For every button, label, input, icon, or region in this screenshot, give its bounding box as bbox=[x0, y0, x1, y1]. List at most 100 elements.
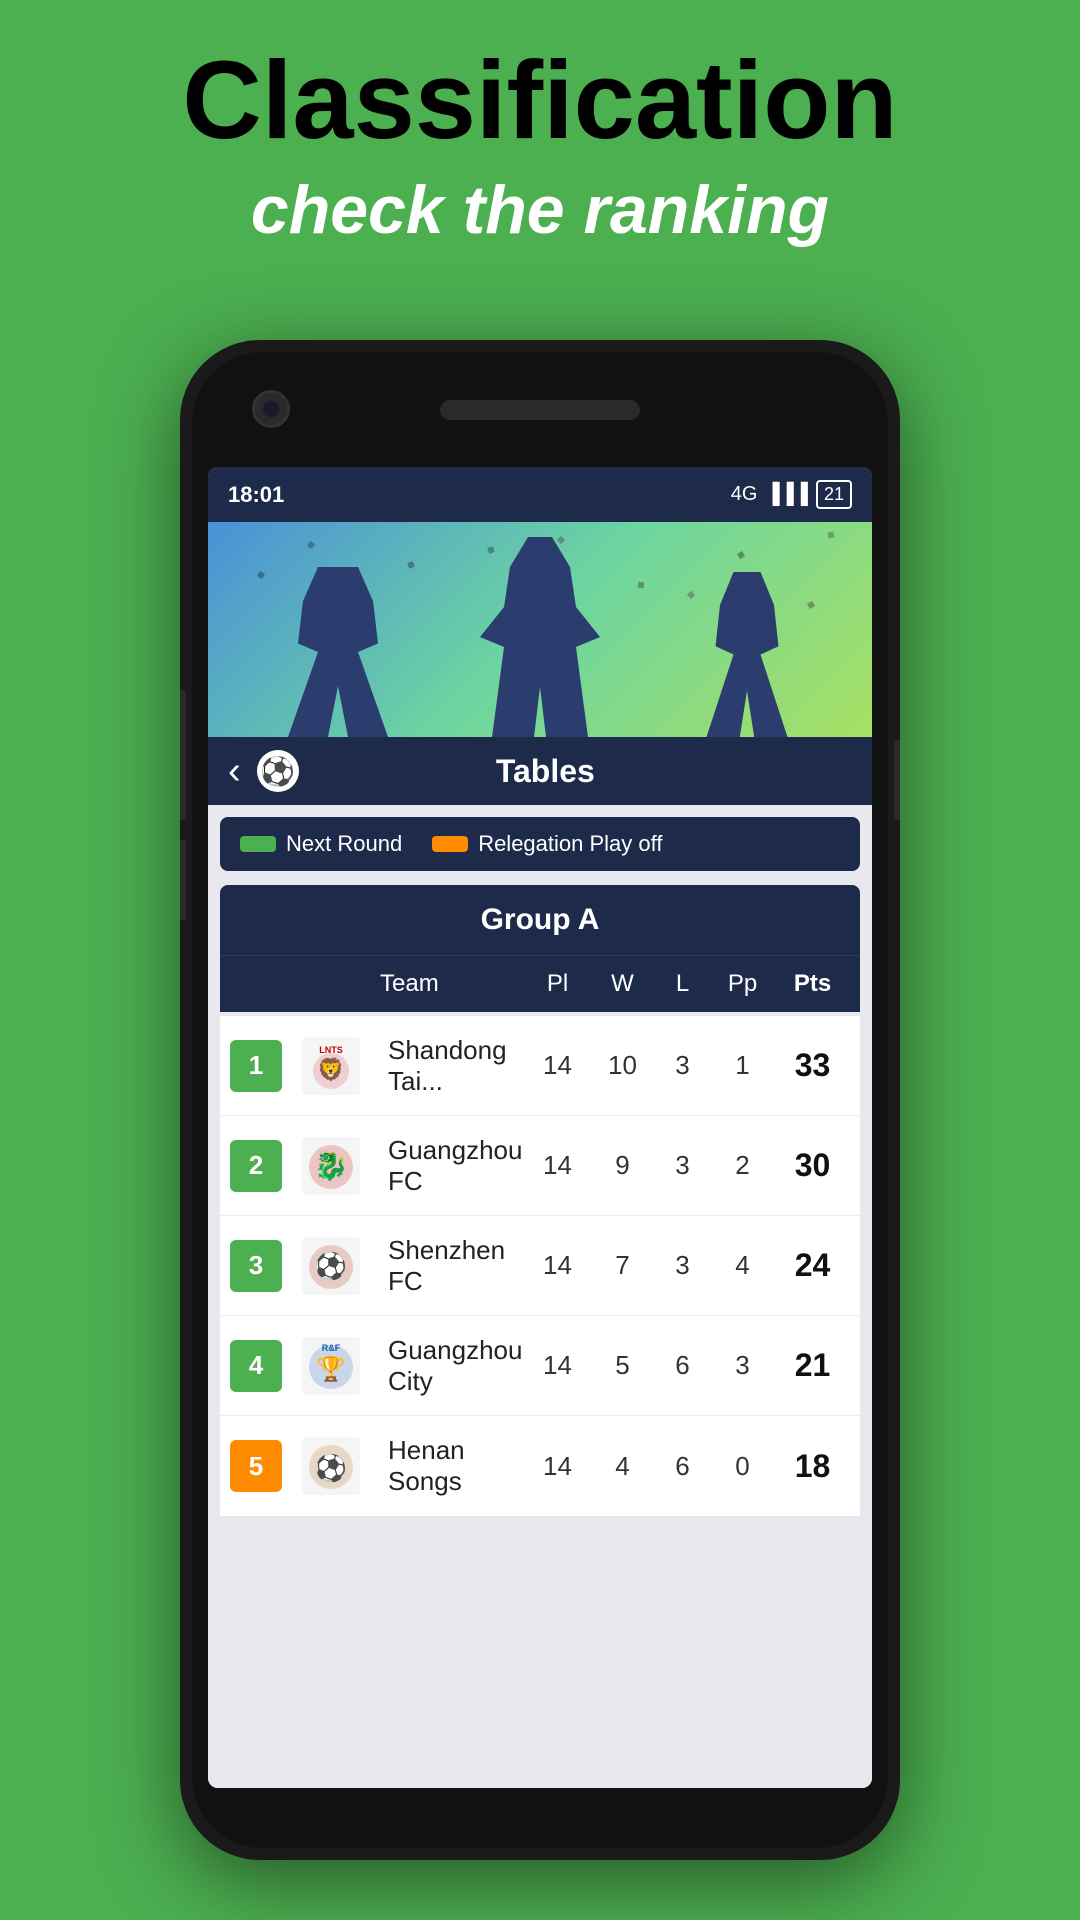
page-title: Classification bbox=[0, 40, 1080, 161]
power-button bbox=[894, 740, 900, 820]
team-logo-henan: ⚽ bbox=[300, 1435, 362, 1497]
team-logo-guangzhou-city: R&F 🏆 bbox=[300, 1335, 362, 1397]
l-4: 6 bbox=[655, 1350, 710, 1381]
page-subtitle: check the ranking bbox=[0, 171, 1080, 249]
pl-3: 14 bbox=[525, 1250, 590, 1281]
volume-up-button bbox=[180, 690, 186, 820]
col-w-header: W bbox=[590, 970, 655, 998]
svg-text:⚽: ⚽ bbox=[314, 1251, 347, 1281]
navigation-bar: ‹ ⚽ Tables bbox=[208, 737, 872, 805]
col-pts-header: Pts bbox=[775, 970, 850, 998]
rank-badge-2: 2 bbox=[230, 1140, 282, 1192]
w-1: 10 bbox=[590, 1050, 655, 1081]
volume-down-button bbox=[180, 840, 186, 920]
rank-badge-5: 5 bbox=[230, 1440, 282, 1492]
silhouette-center bbox=[480, 537, 600, 737]
rank-cell: 4 bbox=[230, 1340, 300, 1392]
pts-3: 24 bbox=[775, 1247, 850, 1284]
group-header: Group A bbox=[220, 885, 860, 955]
l-3: 3 bbox=[655, 1250, 710, 1281]
pl-1: 14 bbox=[525, 1050, 590, 1081]
w-5: 4 bbox=[590, 1451, 655, 1482]
legend-next-round: Next Round bbox=[240, 831, 402, 857]
rank-badge-3: 3 bbox=[230, 1240, 282, 1292]
table-row[interactable]: 4 R&F 🏆 Gu bbox=[220, 1316, 860, 1416]
soccer-ball-icon: ⚽ bbox=[257, 750, 299, 792]
pl-2: 14 bbox=[525, 1150, 590, 1181]
network-icon: 4G bbox=[731, 483, 758, 506]
legend-bar: Next Round Relegation Play off bbox=[220, 817, 860, 871]
col-pp-header: Pp bbox=[710, 970, 775, 998]
table-header-row: Team Pl W L Pp Pts bbox=[220, 955, 860, 1012]
logo-cell: LNTS 🦁 bbox=[300, 1035, 380, 1097]
pl-5: 14 bbox=[525, 1451, 590, 1482]
silhouette-right bbox=[702, 572, 792, 737]
pp-5: 0 bbox=[710, 1451, 775, 1482]
w-2: 9 bbox=[590, 1150, 655, 1181]
col-team-header: Team bbox=[380, 970, 525, 998]
logo-cell: 🐉 bbox=[300, 1135, 380, 1197]
team-logo-guangzhou: 🐉 bbox=[300, 1135, 362, 1197]
back-button[interactable]: ‹ bbox=[228, 750, 241, 793]
w-3: 7 bbox=[590, 1250, 655, 1281]
w-4: 5 bbox=[590, 1350, 655, 1381]
pp-3: 4 bbox=[710, 1250, 775, 1281]
table-content-area[interactable]: Next Round Relegation Play off Group A bbox=[208, 805, 872, 1788]
status-icons: 4G ▐▐▐ 21 bbox=[731, 480, 852, 509]
team-name-2: Guangzhou FC bbox=[380, 1135, 525, 1197]
legend-relegation: Relegation Play off bbox=[432, 831, 662, 857]
rank-badge-4: 4 bbox=[230, 1340, 282, 1392]
team-logo-shenzhen: ⚽ bbox=[300, 1235, 362, 1297]
silhouette-left bbox=[288, 567, 388, 737]
svg-text:🐉: 🐉 bbox=[314, 1149, 349, 1182]
pts-5: 18 bbox=[775, 1448, 850, 1485]
banner-silhouettes bbox=[208, 522, 872, 737]
logo-cell: ⚽ bbox=[300, 1435, 380, 1497]
svg-text:🦁: 🦁 bbox=[317, 1057, 344, 1082]
table-row[interactable]: 3 ⚽ Shenzhen FC 1 bbox=[220, 1216, 860, 1316]
legend-green-color bbox=[240, 836, 276, 852]
legend-orange-color bbox=[432, 836, 468, 852]
earpiece-speaker bbox=[440, 400, 640, 420]
team-logo-shandong: LNTS 🦁 bbox=[300, 1035, 362, 1097]
table-row[interactable]: 5 ⚽ Henan Songs 1 bbox=[220, 1416, 860, 1516]
banner-image bbox=[208, 522, 872, 737]
col-l-header: L bbox=[655, 970, 710, 998]
rank-cell: 1 bbox=[230, 1040, 300, 1092]
header-section: Classification check the ranking bbox=[0, 40, 1080, 249]
col-pl-header: Pl bbox=[525, 970, 590, 998]
table-row[interactable]: 2 🐉 Guangzhou FC bbox=[220, 1116, 860, 1216]
pp-2: 2 bbox=[710, 1150, 775, 1181]
svg-text:🏆: 🏆 bbox=[316, 1355, 346, 1383]
pl-4: 14 bbox=[525, 1350, 590, 1381]
pp-4: 3 bbox=[710, 1350, 775, 1381]
rank-cell: 5 bbox=[230, 1440, 300, 1492]
legend-next-round-label: Next Round bbox=[286, 831, 402, 857]
signal-bars-icon: ▐▐▐ bbox=[765, 483, 808, 506]
front-camera bbox=[252, 390, 290, 428]
rank-badge-1: 1 bbox=[230, 1040, 282, 1092]
status-time: 18:01 bbox=[228, 482, 284, 508]
table-row[interactable]: 1 LNTS 🦁 S bbox=[220, 1016, 860, 1116]
battery-icon: 21 bbox=[816, 480, 852, 509]
pts-1: 33 bbox=[775, 1047, 850, 1084]
screen: 18:01 4G ▐▐▐ 21 bbox=[208, 467, 872, 1788]
team-name-1: Shandong Tai... bbox=[380, 1035, 525, 1097]
logo-cell: ⚽ bbox=[300, 1235, 380, 1297]
nav-title: Tables bbox=[319, 753, 772, 790]
team-name-5: Henan Songs bbox=[380, 1435, 525, 1497]
rank-cell: 2 bbox=[230, 1140, 300, 1192]
pp-1: 1 bbox=[710, 1050, 775, 1081]
phone-frame: 18:01 4G ▐▐▐ 21 bbox=[180, 340, 900, 1860]
phone-inner: 18:01 4G ▐▐▐ 21 bbox=[192, 352, 888, 1848]
svg-text:⚽: ⚽ bbox=[314, 1453, 347, 1483]
logo-cell: R&F 🏆 bbox=[300, 1335, 380, 1397]
l-5: 6 bbox=[655, 1451, 710, 1482]
team-name-4: Guangzhou City bbox=[380, 1335, 525, 1397]
pts-2: 30 bbox=[775, 1147, 850, 1184]
l-1: 3 bbox=[655, 1050, 710, 1081]
l-2: 3 bbox=[655, 1150, 710, 1181]
team-name-3: Shenzhen FC bbox=[380, 1235, 525, 1297]
rank-cell: 3 bbox=[230, 1240, 300, 1292]
pts-4: 21 bbox=[775, 1347, 850, 1384]
